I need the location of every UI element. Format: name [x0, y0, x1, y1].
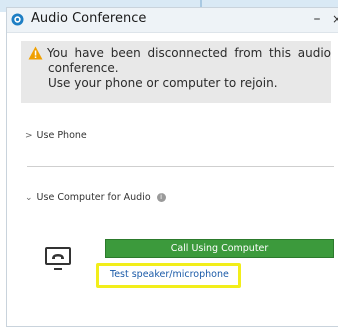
call-using-computer-button[interactable]: Call Using Computer — [105, 239, 334, 258]
use-computer-label: Use Computer for Audio — [36, 192, 151, 203]
section-divider — [27, 166, 334, 167]
window-title: Audio Conference — [31, 11, 147, 26]
disconnect-warning: You have been disconnected from this aud… — [21, 41, 331, 103]
computer-phone-icon — [45, 247, 71, 270]
use-phone-toggle[interactable]: > Use Phone — [25, 130, 87, 141]
highlight-box: Test speaker/microphone — [96, 263, 241, 288]
audio-conference-window: Audio Conference – × You have been disco… — [6, 7, 338, 327]
warning-line-1: You have been disconnected from this aud… — [47, 46, 331, 60]
warning-line-3: Use your phone or computer to rejoin. — [48, 76, 278, 90]
info-icon[interactable]: i — [156, 193, 166, 202]
test-speaker-microphone-link[interactable]: Test speaker/microphone — [110, 269, 229, 280]
close-button[interactable]: × — [332, 10, 338, 28]
use-computer-toggle[interactable]: ⌄ Use Computer for Audio i — [25, 192, 166, 203]
chevron-down-icon: ⌄ — [25, 193, 33, 203]
chevron-right-icon: > — [25, 131, 33, 141]
use-phone-label: Use Phone — [36, 130, 87, 141]
warning-message: You have been disconnected from this aud… — [47, 46, 331, 91]
warning-icon — [28, 46, 43, 60]
title-bar: Audio Conference – × — [7, 8, 338, 33]
app-icon — [11, 13, 24, 26]
minimize-button[interactable]: – — [310, 10, 324, 28]
warning-line-2: conference. — [48, 61, 119, 75]
